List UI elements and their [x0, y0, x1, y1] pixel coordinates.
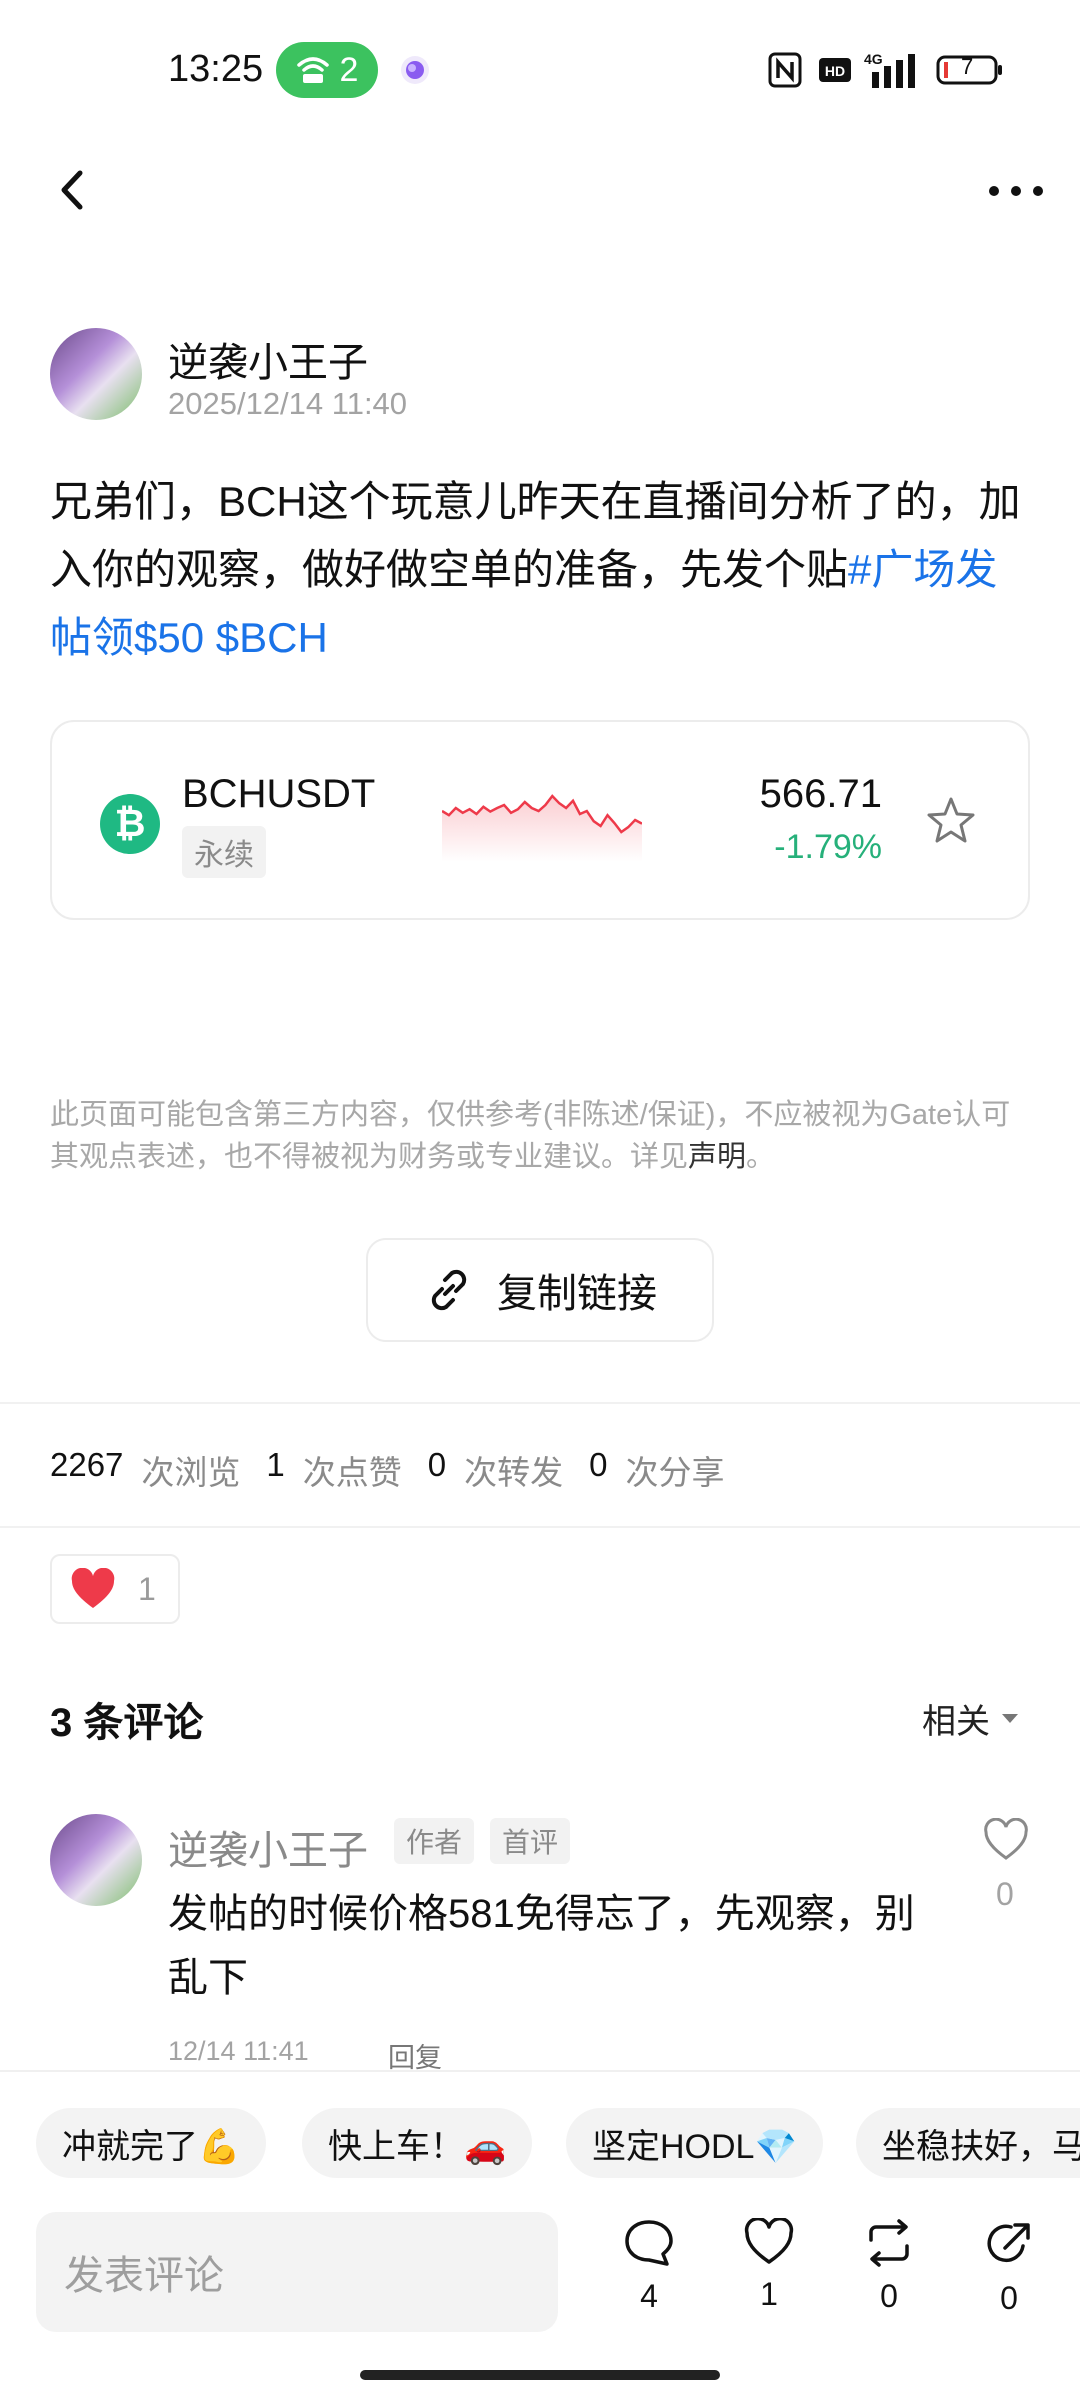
- comment-like-button[interactable]: [982, 1817, 1030, 1862]
- favorite-button[interactable]: [924, 794, 978, 848]
- ticker-price: 566.71: [759, 772, 882, 816]
- home-indicator[interactable]: [360, 2370, 720, 2380]
- star-outline-icon: [927, 797, 975, 843]
- comments-action-count: 4: [640, 2278, 658, 2314]
- repost-icon: [869, 2219, 909, 2267]
- post-stats: 2267 次浏览 1 次点赞 0 次转发 0 次分享: [50, 1446, 751, 1494]
- first-comment-badge: 首评: [490, 1818, 571, 1864]
- like-action[interactable]: 1: [739, 2218, 799, 2313]
- sparkline-area: [442, 796, 642, 862]
- hd-icon: HD: [818, 50, 852, 90]
- divider: [0, 1402, 1080, 1404]
- back-button[interactable]: [52, 165, 92, 215]
- avatar[interactable]: [50, 328, 142, 420]
- app-bubble-icon: [398, 50, 432, 90]
- comments-sort-dropdown[interactable]: 相关: [922, 1694, 1020, 1743]
- disclaimer-text: 此页面可能包含第三方内容，仅供参考(非陈述/保证)，不应被视为Gate认可其观点…: [50, 1099, 1011, 1173]
- post-cashtag[interactable]: $BCH: [216, 614, 328, 661]
- heart-outline-icon: [744, 2218, 794, 2264]
- divider: [0, 1526, 1080, 1528]
- chevron-left-icon: [61, 170, 83, 210]
- comment-author[interactable]: 逆袭小王子: [168, 1818, 368, 1876]
- svg-text:4G: 4G: [864, 51, 883, 67]
- comment-icon: [625, 2220, 673, 2266]
- heart-filled-icon: [71, 1568, 115, 1608]
- disclaimer: 此页面可能包含第三方内容，仅供参考(非陈述/保证)，不应被视为Gate认可其观点…: [50, 1094, 1030, 1178]
- share-action[interactable]: 0: [979, 2218, 1039, 2317]
- share-action-count: 0: [1000, 2280, 1018, 2316]
- quick-reply-chip[interactable]: 快上车！🚗: [302, 2108, 533, 2178]
- hotspot-count: 2: [339, 50, 359, 89]
- comment-like-count: 0: [996, 1876, 1014, 1912]
- status-bar: 13:25 2 HD 4G 7: [0, 0, 1080, 140]
- likes-count: 1: [266, 1446, 285, 1483]
- author-badge: 作者: [394, 1818, 475, 1864]
- quick-reply-chip[interactable]: 坚定HODL💎: [566, 2108, 823, 2178]
- heart-outline-icon: [984, 1817, 1028, 1860]
- views-label: 次浏览: [141, 1454, 241, 1491]
- like-action-count: 1: [760, 2276, 778, 2312]
- caret-down-icon: [1002, 1713, 1018, 1723]
- copy-link-label: 复制链接: [497, 1272, 657, 1316]
- post-time: 2025/12/14 11:40: [168, 386, 408, 421]
- ticker-card[interactable]: ₿ BCHUSDT 永续 566.71 -1.79%: [50, 720, 1030, 920]
- reaction-like-button[interactable]: 1: [50, 1554, 180, 1624]
- reposts-count: 0: [427, 1446, 447, 1483]
- repost-action-count: 0: [880, 2278, 898, 2314]
- reaction-count: 1: [138, 1570, 156, 1607]
- signal-icon: 4G: [862, 50, 924, 90]
- comment-time: 12/14 11:41: [168, 2036, 309, 2066]
- repost-action[interactable]: 0: [859, 2218, 919, 2315]
- ticker-change: -1.79%: [774, 828, 882, 866]
- comments-action[interactable]: 4: [619, 2218, 679, 2315]
- hotspot-pill[interactable]: 2: [276, 42, 378, 98]
- shares-label: 次分享: [625, 1454, 725, 1491]
- nfc-icon: [768, 50, 802, 90]
- likes-label: 次点赞: [302, 1454, 402, 1491]
- ticker-symbol: BCHUSDT: [182, 772, 376, 816]
- share-icon: [987, 2223, 1030, 2263]
- more-button[interactable]: [986, 176, 1046, 206]
- comment-avatar[interactable]: [50, 1814, 142, 1906]
- ticker-type-badge: 永续: [182, 826, 266, 878]
- comments-sort-label: 相关: [922, 1703, 990, 1741]
- shares-count: 0: [589, 1446, 608, 1483]
- post-content: 兄弟们，BCH这个玩意儿昨天在直播间分析了的，加入你的观察，做好做空单的准备，先…: [50, 468, 1030, 672]
- views-count: 2267: [50, 1446, 124, 1483]
- ticker-sparkline: [442, 794, 642, 862]
- comment-input[interactable]: 发表评论: [36, 2212, 558, 2332]
- bitcoin-cash-icon: ₿: [100, 794, 160, 854]
- post-author[interactable]: 逆袭小王子: [168, 330, 368, 388]
- svg-text:HD: HD: [825, 63, 845, 79]
- more-dots-icon: [989, 186, 1043, 196]
- wifi-hotspot-icon: [296, 57, 329, 83]
- comments-title: 3 条评论: [50, 1701, 204, 1745]
- link-icon: [431, 1269, 467, 1311]
- quick-reply-chip[interactable]: 坐稳扶好，马: [856, 2108, 1080, 2178]
- comment-text: 发帖的时候价格581免得忘了，先观察，别乱下: [168, 1892, 915, 2000]
- battery-level: 7: [961, 54, 974, 79]
- reposts-label: 次转发: [464, 1454, 564, 1491]
- disclaimer-end: 。: [746, 1141, 776, 1173]
- battery-icon: 7: [936, 50, 1004, 90]
- bottom-composer: 冲就完了💪 快上车！🚗 坚定HODL💎 坐稳扶好，马 发表评论 4 1 0 0: [0, 2070, 1080, 2402]
- copy-link-button[interactable]: 复制链接: [366, 1238, 714, 1342]
- disclaimer-link[interactable]: 声明: [688, 1141, 746, 1173]
- status-time: 13:25: [168, 48, 264, 90]
- quick-reply-chip[interactable]: 冲就完了💪: [36, 2108, 267, 2178]
